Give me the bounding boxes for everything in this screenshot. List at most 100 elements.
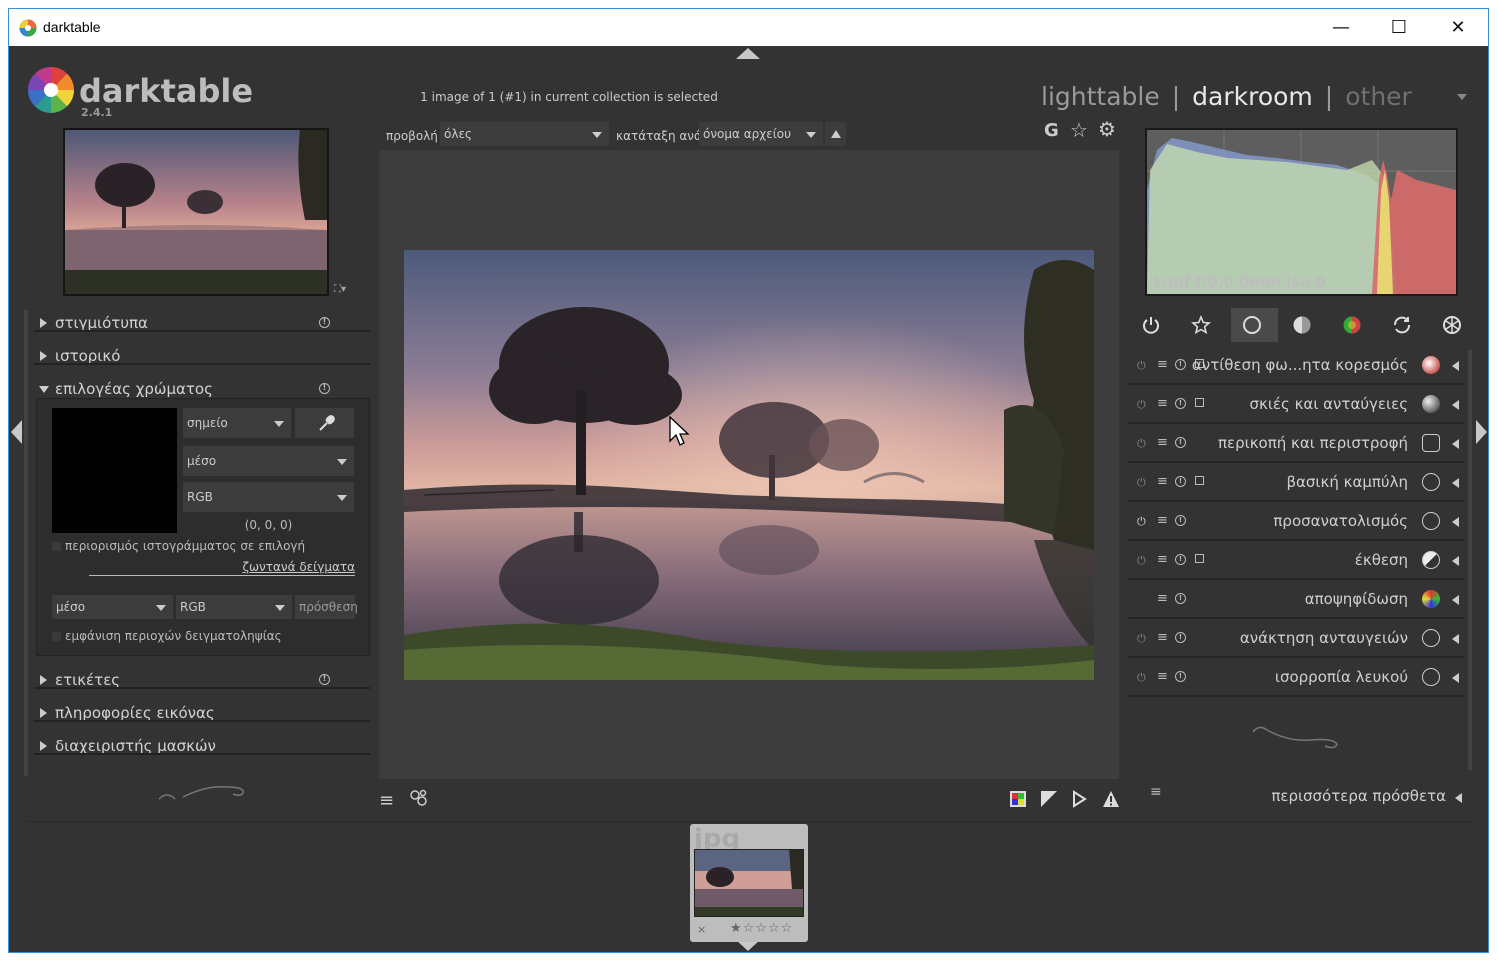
view-lighttable[interactable]: lighttable xyxy=(1041,82,1160,111)
color-assessment-icon[interactable] xyxy=(1009,790,1027,808)
section-snapshots[interactable]: στιγμιότυπα ! xyxy=(34,308,370,338)
logo-version: 2.4.1 xyxy=(81,106,113,119)
module-reset-icon[interactable]: ! xyxy=(1175,476,1186,487)
module-power-icon[interactable]: ⏻ xyxy=(1137,671,1146,685)
reject-icon[interactable]: × xyxy=(697,923,706,936)
module-power-icon[interactable]: ⏻ xyxy=(1137,398,1146,412)
grouping-button[interactable]: G xyxy=(1044,120,1059,141)
image-canvas[interactable] xyxy=(379,150,1119,779)
module-reset-icon[interactable]: ! xyxy=(1175,632,1186,643)
section-image-info[interactable]: πληροφορίες εικόνας xyxy=(34,698,370,728)
sort-select[interactable]: όνομα αρχείου xyxy=(699,122,823,146)
add-sample-button[interactable]: πρόσθεση xyxy=(295,595,358,619)
right-scrollbar[interactable] xyxy=(1468,350,1472,770)
minimize-button[interactable]: — xyxy=(1312,9,1370,46)
favorites-star-icon[interactable] xyxy=(1191,315,1211,335)
module-power-icon[interactable]: ⏻ xyxy=(1137,359,1146,373)
checkbox[interactable] xyxy=(52,541,61,551)
sample-colorspace-select[interactable]: RGB xyxy=(176,595,292,619)
filmstrip-thumbnail[interactable]: jpg × ★☆☆☆☆ xyxy=(690,824,808,942)
module-presets-icon[interactable]: ≡ xyxy=(1157,513,1168,528)
picker-mode-select[interactable]: σημείο xyxy=(183,408,291,438)
close-button[interactable]: ✕ xyxy=(1429,9,1487,46)
view-dropdown-icon[interactable] xyxy=(1457,94,1467,100)
view-filter-select[interactable]: όλες xyxy=(440,122,609,146)
maximize-button[interactable]: ☐ xyxy=(1370,9,1428,46)
toggle-left-panel-arrow-icon[interactable] xyxy=(11,420,22,444)
module-white-balance[interactable]: ⏻ ≡! ισορροπία λευκού xyxy=(1128,658,1464,697)
module-power-icon[interactable]: ⏻ xyxy=(1137,437,1146,451)
module-presets-icon[interactable]: ≡ xyxy=(1157,435,1168,450)
zoom-fit-icon[interactable]: ⛶▾ xyxy=(334,284,346,295)
view-other[interactable]: other xyxy=(1345,82,1412,111)
module-exposure[interactable]: ⏻ ≡! έκθεση xyxy=(1128,541,1464,580)
styles-icon[interactable] xyxy=(409,788,429,808)
basic-group-circle-icon[interactable] xyxy=(1242,315,1262,335)
sample-stat-select[interactable]: μέσο xyxy=(52,595,173,619)
overexposed-indicator-icon[interactable] xyxy=(1040,790,1058,808)
star-rating[interactable]: ★☆☆☆☆ xyxy=(730,921,793,936)
left-scrollbar[interactable] xyxy=(24,310,28,776)
more-modules-row[interactable]: ≡ περισσότερα πρόσθετα xyxy=(1128,780,1464,810)
restrict-histogram-toggle[interactable]: περιορισμός ιστογράμματος σε επιλογή xyxy=(52,539,305,553)
module-power-icon[interactable]: ⏻ xyxy=(1137,515,1146,529)
tone-group-icon[interactable] xyxy=(1292,315,1312,335)
view-darkroom[interactable]: darkroom xyxy=(1192,82,1313,111)
reset-icon[interactable]: ! xyxy=(319,383,330,394)
crop-rotate-module-icon xyxy=(1422,434,1440,452)
module-reset-icon[interactable]: ! xyxy=(1175,359,1186,370)
checkbox[interactable] xyxy=(52,631,61,641)
histogram[interactable]: 1/inf f/0,0 0mm iso 0 xyxy=(1145,128,1458,296)
module-presets-icon[interactable]: ≡ xyxy=(1157,591,1168,606)
module-multi-instance-icon[interactable] xyxy=(1195,476,1204,485)
presets-menu-icon[interactable]: ≡ xyxy=(379,790,394,811)
effects-group-icon[interactable] xyxy=(1442,315,1462,335)
reset-icon[interactable]: ! xyxy=(319,317,330,328)
main-image[interactable] xyxy=(404,250,1094,680)
module-multi-instance-icon[interactable] xyxy=(1195,398,1204,407)
correct-group-icon[interactable] xyxy=(1392,315,1412,335)
module-multi-instance-icon[interactable] xyxy=(1195,554,1204,563)
module-demosaic[interactable]: ≡! αποψηφίδωση xyxy=(1128,580,1464,619)
module-crop-rotate[interactable]: ⏻ ≡! περικοπή και περιστροφή xyxy=(1128,424,1464,463)
reset-icon[interactable]: ! xyxy=(319,674,330,685)
picker-colorspace-select[interactable]: RGB xyxy=(183,482,354,512)
eyedropper-icon xyxy=(318,415,335,431)
navigation-thumbnail[interactable] xyxy=(63,128,329,296)
section-history[interactable]: ιστορικό xyxy=(34,341,370,371)
section-tags[interactable]: ετικέτες ! xyxy=(34,665,370,695)
module-presets-icon[interactable]: ≡ xyxy=(1157,552,1168,567)
module-presets-icon[interactable]: ≡ xyxy=(1157,396,1168,411)
softproof-icon[interactable] xyxy=(1071,790,1089,808)
module-power-icon[interactable]: ⏻ xyxy=(1137,476,1146,490)
toggle-top-panel-arrow-icon[interactable] xyxy=(736,48,760,59)
preferences-gear-icon[interactable]: ⚙ xyxy=(1098,117,1116,141)
section-mask-manager[interactable]: διαχειριστής μασκών xyxy=(34,731,370,761)
module-reset-icon[interactable]: ! xyxy=(1175,515,1186,526)
module-contrast-brightness-saturation[interactable]: ⏻ ≡! αντίθεση φω...ητα κορεσμός xyxy=(1128,346,1464,385)
show-sample-areas-toggle[interactable]: εμφάνιση περιοχών δειγματοληψίας xyxy=(52,629,282,643)
gamut-check-icon[interactable] xyxy=(1102,790,1120,808)
module-presets-icon[interactable]: ≡ xyxy=(1157,669,1168,684)
module-presets-icon[interactable]: ≡ xyxy=(1157,630,1168,645)
star-overlay-icon[interactable]: ☆ xyxy=(1070,118,1088,142)
module-orientation[interactable]: ⏻ ≡! προσανατολισμός xyxy=(1128,502,1464,541)
module-presets-icon[interactable]: ≡ xyxy=(1157,474,1168,489)
active-modules-power-icon[interactable] xyxy=(1141,315,1161,335)
module-reset-icon[interactable]: ! xyxy=(1175,398,1186,409)
color-group-icon[interactable] xyxy=(1342,315,1362,335)
module-reset-icon[interactable]: ! xyxy=(1175,437,1186,448)
toggle-right-panel-arrow-icon[interactable] xyxy=(1476,420,1487,444)
module-reset-icon[interactable]: ! xyxy=(1175,554,1186,565)
module-reset-icon[interactable]: ! xyxy=(1175,671,1186,682)
sort-order-button[interactable] xyxy=(825,122,846,146)
module-presets-icon[interactable]: ≡ xyxy=(1157,357,1168,372)
module-highlight-reconstruction[interactable]: ⏻ ≡! ανάκτηση ανταυγειών xyxy=(1128,619,1464,658)
eyedropper-button[interactable] xyxy=(295,408,354,438)
module-power-icon[interactable]: ⏻ xyxy=(1137,554,1146,568)
module-base-curve[interactable]: ⏻ ≡! βασική καμπύλη xyxy=(1128,463,1464,502)
module-power-icon[interactable]: ⏻ xyxy=(1137,632,1146,646)
module-shadows-highlights[interactable]: ⏻ ≡! σκιές και ανταύγειες xyxy=(1128,385,1464,424)
picker-stat-select[interactable]: μέσο xyxy=(183,446,354,476)
module-reset-icon[interactable]: ! xyxy=(1175,593,1186,604)
